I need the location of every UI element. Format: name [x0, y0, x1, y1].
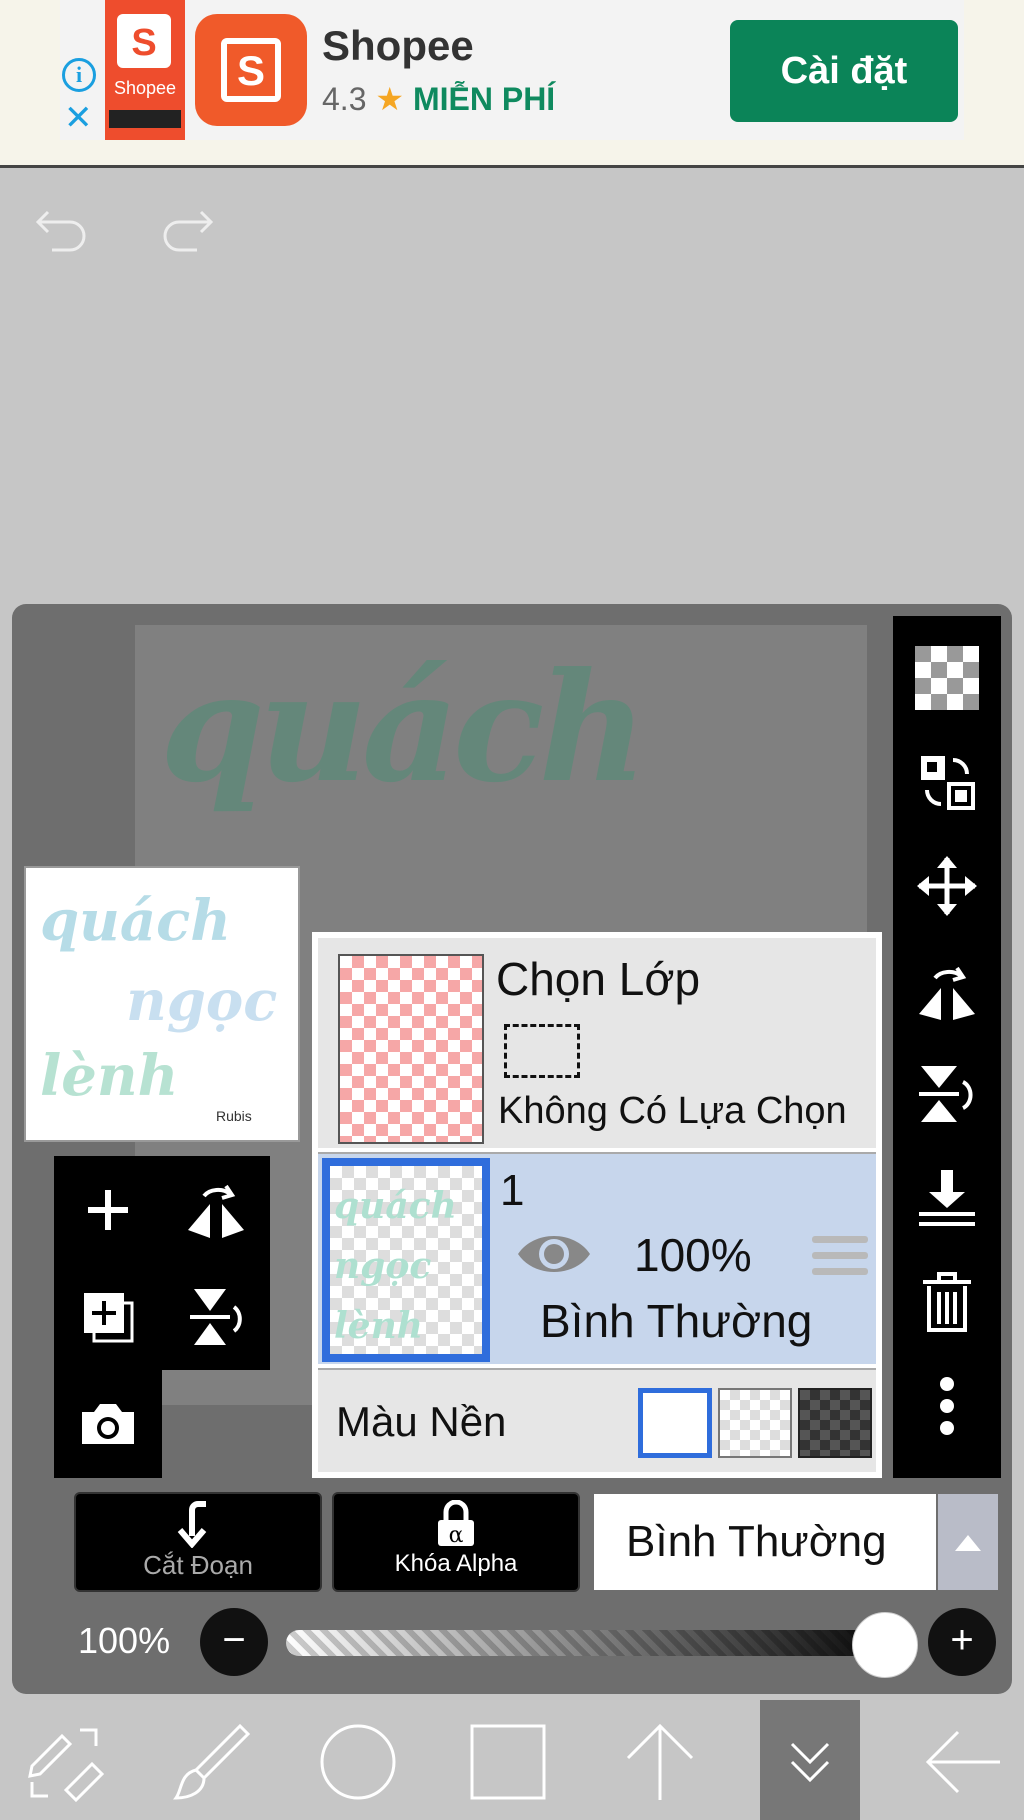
layer-thumbnail: quách ngọc lènh: [322, 1158, 490, 1362]
layer-blend-mode: Bình Thường: [540, 1295, 813, 1347]
flip-layer-horizontal-icon[interactable]: [162, 1156, 270, 1263]
alpha-lock-icon: α: [432, 1499, 480, 1548]
app-logo: S: [195, 14, 307, 126]
store-badges-icon: [109, 110, 181, 128]
merge-down-icon[interactable]: [893, 1146, 1001, 1250]
shopee-logo-icon: S: [221, 38, 281, 102]
rating-value: 4.3: [322, 81, 367, 117]
selection-marquee-icon: [504, 1024, 580, 1078]
transparent-layer-icon[interactable]: [893, 626, 1001, 730]
selection-status: Không Có Lựa Chọn: [498, 1090, 847, 1132]
shopee-bag-icon: S: [117, 14, 171, 68]
preview-line: ngọc: [126, 968, 278, 1034]
background-color-row: Màu Nền: [318, 1368, 876, 1472]
eye-icon[interactable]: [514, 1226, 594, 1282]
canvas-preview: quách ngọc lènh Rubis: [24, 866, 300, 1142]
square-icon[interactable]: [458, 1712, 558, 1812]
blend-mode-dropdown-button[interactable]: [938, 1494, 998, 1590]
layer-thumbnail-art: quách ngọc lènh: [334, 1185, 457, 1347]
more-icon[interactable]: [893, 1354, 1001, 1458]
layer-list: Chọn Lớp Không Có Lựa Chọn quách ngọc lè…: [312, 932, 882, 1478]
alpha-lock-label: Khóa Alpha: [394, 1550, 518, 1577]
selection-layer-row[interactable]: Chọn Lớp Không Có Lựa Chọn: [318, 938, 876, 1148]
circle-icon[interactable]: [308, 1712, 408, 1812]
flip-layer-vertical-icon[interactable]: [162, 1263, 270, 1370]
opacity-slider[interactable]: [286, 1630, 906, 1656]
install-button[interactable]: Cài đặt: [730, 20, 958, 122]
bottom-toolbar: [0, 1700, 1024, 1820]
arrow-up-icon[interactable]: [610, 1712, 710, 1812]
selection-layer-thumbnail: [338, 954, 484, 1144]
layer-tools-grid: [54, 1156, 270, 1370]
camera-tool: [54, 1370, 162, 1478]
brush-icon[interactable]: [162, 1712, 262, 1812]
drag-handle-icon[interactable]: [812, 1236, 868, 1282]
move-icon[interactable]: [893, 834, 1001, 938]
layer-number: 1: [500, 1166, 525, 1215]
clipping-icon: [174, 1500, 222, 1549]
alpha-symbol: α: [449, 1523, 464, 1548]
background-transparent-swatch[interactable]: [718, 1388, 792, 1458]
ad-rating: 4.3 ★ MIỄN PHÍ: [322, 80, 555, 118]
star-icon: ★: [375, 81, 405, 117]
preview-line: lènh: [40, 1043, 179, 1109]
transform-tool-icon[interactable]: [14, 1712, 114, 1812]
opacity-slider-handle[interactable]: [852, 1612, 918, 1678]
selection-layer-title: Chọn Lớp: [496, 953, 701, 1005]
layer-opacity: 100%: [634, 1229, 752, 1281]
ad-thumbnail-label: Shopee: [113, 78, 177, 98]
preview-signature: Rubis: [216, 1108, 252, 1124]
right-layer-toolbar: [893, 616, 1001, 1478]
opacity-decrease-button[interactable]: −: [200, 1608, 268, 1676]
layer-row[interactable]: quách ngọc lènh 1 100% Bình Thường: [318, 1152, 876, 1364]
triangle-up-icon: [955, 1535, 981, 1551]
ad-app-name: Shopee: [322, 22, 474, 69]
clipping-button[interactable]: Cắt Đoạn: [74, 1492, 322, 1592]
redo-icon[interactable]: [155, 200, 219, 264]
background-white-swatch[interactable]: [638, 1388, 712, 1458]
opacity-value: 100%: [78, 1620, 171, 1661]
info-icon[interactable]: i: [62, 58, 96, 92]
swap-layer-icon[interactable]: [893, 730, 1001, 834]
background-color-label: Màu Nền: [336, 1398, 507, 1445]
ad-thumbnail: S Shopee: [105, 0, 185, 140]
preview-line: quách: [40, 888, 231, 954]
close-icon[interactable]: ✕: [64, 98, 93, 138]
undo-icon[interactable]: [30, 200, 94, 264]
delete-icon[interactable]: [893, 1250, 1001, 1354]
ad-banner[interactable]: i ✕ S Shopee S Shopee 4.3 ★ MIỄN PHÍ Cài…: [0, 0, 1024, 168]
duplicate-layer-icon[interactable]: [54, 1263, 162, 1370]
ad-price: MIỄN PHÍ: [412, 81, 556, 117]
clipping-label: Cắt Đoạn: [143, 1550, 253, 1580]
chevron-down-icon[interactable]: [760, 1700, 860, 1820]
flip-horizontal-icon[interactable]: [893, 938, 1001, 1042]
flip-vertical-icon[interactable]: [893, 1042, 1001, 1146]
add-layer-icon[interactable]: [54, 1156, 162, 1263]
back-arrow-icon[interactable]: [912, 1712, 1012, 1812]
alpha-lock-button[interactable]: α Khóa Alpha: [332, 1492, 580, 1592]
background-dark-swatch[interactable]: [798, 1388, 872, 1458]
canvas-artwork: quách: [160, 640, 648, 816]
opacity-increase-button[interactable]: +: [928, 1608, 996, 1676]
camera-icon[interactable]: [54, 1370, 162, 1477]
blend-mode-select[interactable]: Bình Thường: [594, 1494, 936, 1590]
